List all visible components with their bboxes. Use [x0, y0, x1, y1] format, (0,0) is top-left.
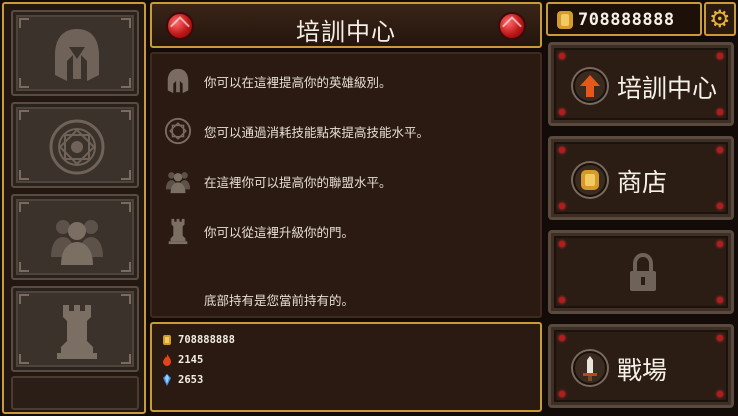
menu-button-shop[interactable]: 商店	[548, 136, 734, 220]
description-text: 您可以通過消耗技能點來提高技能水平。	[204, 124, 430, 140]
sword-icon	[573, 351, 607, 385]
gear-icon: ⚙	[709, 5, 731, 33]
description-text: 你可以在這裡提高你的英雄級別。	[204, 74, 392, 90]
resource-crystal-value: 2653	[178, 374, 204, 386]
menu-label: 培訓中心	[617, 74, 718, 103]
resource-fire-value: 2145	[178, 354, 204, 366]
gold-coin-icon	[163, 335, 171, 345]
tab-alliance[interactable]	[11, 194, 139, 280]
tab-skill[interactable]	[11, 102, 139, 188]
resource-gold-value: 708888888	[178, 334, 235, 346]
tab-hero[interactable]	[11, 10, 139, 96]
resource-gold: 708888888	[162, 332, 235, 348]
description-row-hero: 你可以在這裡提高你的英雄級別。	[164, 64, 392, 98]
left-tab-column	[2, 2, 146, 414]
footer-note: 底部持有是您當前持有的。	[204, 293, 355, 308]
gold-coin-icon	[557, 11, 573, 29]
gold-value: 708888888	[578, 10, 675, 30]
rune-circle-icon	[49, 119, 105, 175]
description-row-gate: 你可以從這裡升級你的門。	[164, 214, 354, 248]
padlock-icon	[630, 253, 656, 291]
description-text: 你可以從這裡升級你的門。	[204, 224, 355, 240]
gold-coin-icon	[573, 163, 607, 197]
description-row-alliance: 在這裡你可以提高你的聯盟水平。	[164, 164, 392, 198]
menu-button-training-center[interactable]: 培訓中心	[548, 42, 734, 126]
gold-counter: 708888888	[546, 2, 702, 36]
resource-fire: 2145	[162, 352, 203, 368]
menu-label: 戰場	[617, 356, 668, 385]
menu-label: 商店	[617, 168, 668, 197]
spartan-helmet-icon	[167, 68, 189, 94]
spartan-helmet-icon	[55, 29, 99, 81]
group-people-icon	[51, 220, 103, 265]
crystal-icon	[163, 374, 171, 386]
settings-button[interactable]: ⚙	[704, 2, 736, 36]
title-bar: 培訓中心	[150, 2, 542, 48]
description-panel: 你可以在這裡提高你的英雄級別。 您可以通過消耗技能點來提高技能水平。 在這裡你可…	[150, 52, 542, 318]
description-text: 在這裡你可以提高你的聯盟水平。	[204, 174, 392, 190]
menu-button-battlefield[interactable]: 戰場	[548, 324, 734, 408]
resource-crystal: 2653	[162, 372, 203, 388]
ruby-gem-icon	[498, 12, 526, 40]
group-people-icon	[165, 172, 191, 194]
tab-empty-slot	[11, 376, 139, 410]
rook-tower-icon	[168, 218, 188, 245]
rook-tower-icon	[57, 305, 97, 359]
menu-button-locked[interactable]	[548, 230, 734, 314]
resource-panel: 708888888 2145 2653	[150, 322, 542, 412]
upgrade-arrow-icon	[573, 69, 607, 103]
rune-circle-icon	[164, 117, 192, 145]
tab-gate[interactable]	[11, 286, 139, 372]
page-title: 培訓中心	[296, 18, 396, 46]
description-row-skill: 您可以通過消耗技能點來提高技能水平。	[164, 114, 429, 148]
fire-icon	[163, 354, 171, 366]
